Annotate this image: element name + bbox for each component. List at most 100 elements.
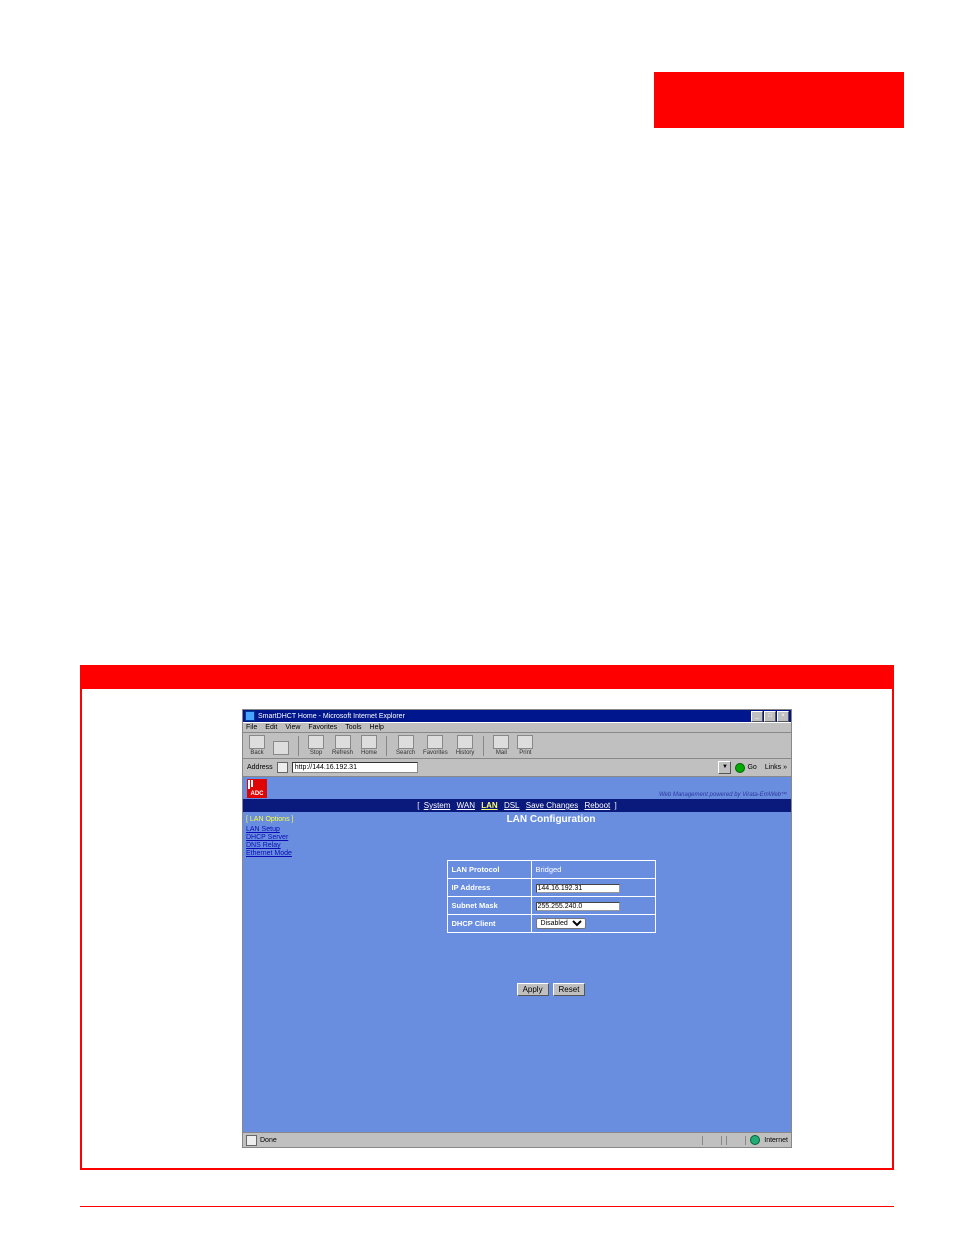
sidebar: [ LAN Options ] LAN Setup DHCP Server DN… [243,812,311,1132]
print-button[interactable]: Print [517,735,533,756]
history-button[interactable]: History [456,735,475,756]
dhcp-client-label: DHCP Client [447,915,531,933]
favorites-button[interactable]: Favorites [423,735,448,756]
adc-logo-text: ADC [251,791,264,797]
refresh-button[interactable]: Refresh [332,735,353,756]
mail-button[interactable]: Mail [493,735,509,756]
sidebar-item-dhcp-server[interactable]: DHCP Server [246,834,288,841]
favorites-label: Favorites [423,750,448,756]
menu-file[interactable]: File [246,724,257,731]
status-divider [726,1136,746,1145]
search-icon [398,735,414,749]
forward-icon [273,741,289,755]
links-button[interactable]: Links » [761,764,787,771]
menu-view[interactable]: View [285,724,300,731]
menu-tools[interactable]: Tools [345,724,361,731]
stop-label: Stop [310,750,322,756]
browser-window: SmartDHCT Home - Microsoft Internet Expl… [242,709,792,1148]
subnet-mask-input[interactable] [536,902,620,911]
go-icon [735,763,745,773]
forward-button[interactable] [273,741,289,756]
dhcp-client-select[interactable]: Disabled [536,918,586,929]
menu-edit[interactable]: Edit [265,724,277,731]
menu-help[interactable]: Help [370,724,384,731]
toolbar-separator [386,736,387,756]
back-label: Back [250,750,263,756]
ip-address-input[interactable] [536,884,620,893]
toolbar: Back Stop Refresh Home Search Favorites … [243,733,791,759]
status-divider [702,1136,722,1145]
status-page-icon [246,1135,257,1146]
go-button[interactable]: Go [735,763,756,773]
menu-favorites[interactable]: Favorites [308,724,337,731]
sidebar-item-ethernet-mode[interactable]: Ethernet Mode [246,850,292,857]
status-text: Done [260,1137,277,1144]
nav-reboot[interactable]: Reboot [584,801,610,810]
lan-protocol-value: Bridged [531,861,655,879]
page-title: LAN Configuration [321,814,781,825]
stop-button[interactable]: Stop [308,735,324,756]
close-button[interactable]: × [777,711,789,722]
toolbar-separator [298,736,299,756]
mail-label: Mail [496,750,507,756]
home-label: Home [361,750,377,756]
internet-zone-icon [750,1135,760,1145]
address-label: Address [247,764,273,771]
main-panel: LAN Configuration LAN Protocol Bridged I… [311,812,791,1132]
window-title: SmartDHCT Home - Microsoft Internet Expl… [258,713,405,720]
home-button[interactable]: Home [361,735,377,756]
address-bar: Address http://144.16.192.31 ▼ Go Links … [243,759,791,777]
lan-protocol-label: LAN Protocol [447,861,531,879]
print-icon [517,735,533,749]
favorites-icon [427,735,443,749]
go-label: Go [747,764,756,771]
nav-dsl[interactable]: DSL [504,801,520,810]
apply-button[interactable]: Apply [517,983,549,996]
nav-wan[interactable]: WAN [457,801,475,810]
subnet-mask-label: Subnet Mask [447,897,531,915]
maximize-button[interactable]: □ [764,711,776,722]
nav-system[interactable]: System [424,801,451,810]
header-red-block [654,72,904,128]
reset-button[interactable]: Reset [553,983,586,996]
window-titlebar: SmartDHCT Home - Microsoft Internet Expl… [243,710,791,722]
ip-address-label: IP Address [447,879,531,897]
ie-icon [245,711,255,721]
adc-logo: ADC [247,779,267,798]
lan-config-table: LAN Protocol Bridged IP Address Subnet M… [447,860,656,933]
search-button[interactable]: Search [396,735,415,756]
stop-icon [308,735,324,749]
back-button[interactable]: Back [249,735,265,756]
page-content: ADC Web Management powered by Virata-EmW… [243,777,791,1132]
address-dropdown[interactable]: ▼ [718,761,731,774]
footer-rule [80,1206,894,1207]
back-icon [249,735,265,749]
figure-header-left [82,667,137,689]
figure-header-right [137,667,892,689]
page-icon [277,762,288,773]
sidebar-title: [ LAN Options ] [246,816,308,823]
home-icon [361,735,377,749]
sidebar-item-dns-relay[interactable]: DNS Relay [246,842,281,849]
figure-container: SmartDHCT Home - Microsoft Internet Expl… [80,665,894,1170]
refresh-label: Refresh [332,750,353,756]
status-bar: Done Internet [243,1132,791,1147]
history-label: History [456,750,475,756]
main-nav: [ System WAN LAN DSL Save Changes Reboot… [243,799,791,812]
nav-save-changes[interactable]: Save Changes [526,801,578,810]
menu-bar: File Edit View Favorites Tools Help [243,722,791,733]
status-zone: Internet [764,1137,788,1144]
minimize-button[interactable]: _ [751,711,763,722]
toolbar-separator [483,736,484,756]
refresh-icon [335,735,351,749]
nav-bracket-close: ] [614,801,616,810]
mail-icon [493,735,509,749]
search-label: Search [396,750,415,756]
nav-bracket-open: [ [417,801,419,810]
print-label: Print [519,750,531,756]
nav-lan[interactable]: LAN [481,801,497,810]
powered-by-text: Web Management powered by Virata-EmWeb™ [659,792,787,798]
address-input[interactable]: http://144.16.192.31 [292,762,418,773]
sidebar-item-lan-setup[interactable]: LAN Setup [246,826,280,833]
history-icon [457,735,473,749]
